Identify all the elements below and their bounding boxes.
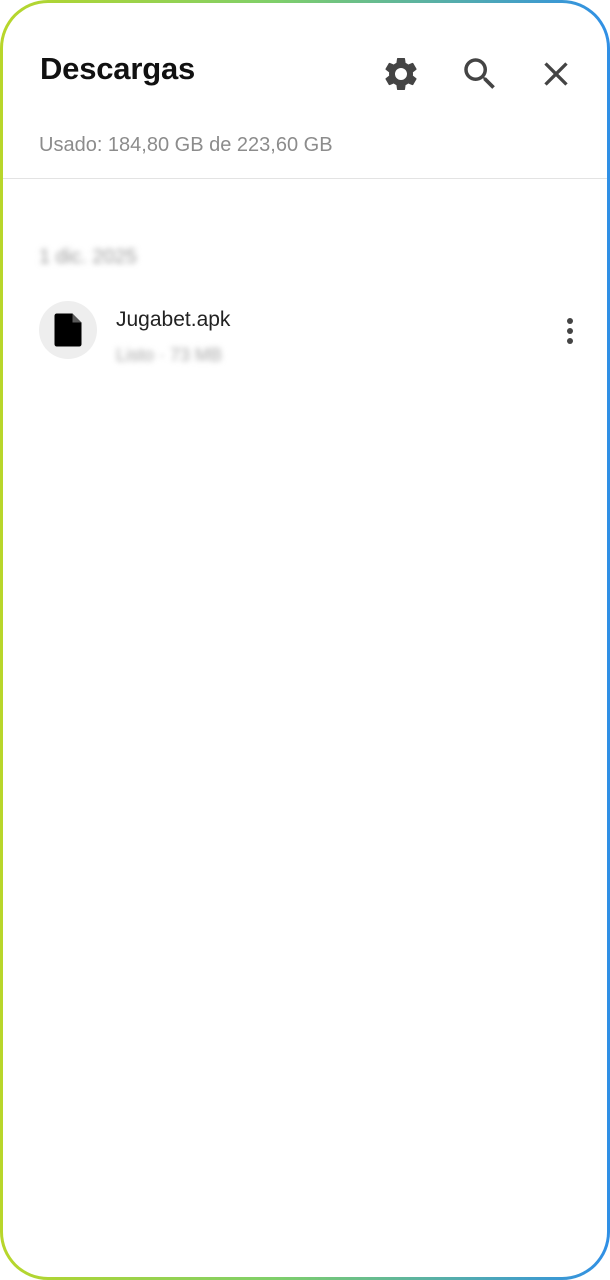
more-vert-icon-dot: [567, 338, 573, 344]
close-icon: [544, 62, 568, 86]
close-button[interactable]: [533, 51, 579, 97]
file-icon: [54, 313, 82, 347]
device-frame: Descargas Usado: 184,80 GB de 223,60 GB …: [0, 0, 610, 1280]
storage-usage-text: Usado: 184,80 GB de 223,60 GB: [39, 134, 333, 156]
page-title: Descargas: [40, 51, 196, 86]
more-vert-icon-dot: [567, 328, 573, 334]
list-item[interactable]: Jugabet.apk Listo · 73 MB: [3, 293, 607, 383]
date-group-header: 1 dic. 2025: [39, 246, 137, 268]
header: Descargas Usado: 184,80 GB de 223,60 GB: [3, 3, 607, 179]
file-name: Jugabet.apk: [116, 308, 231, 331]
file-details: Listo · 73 MB: [116, 345, 223, 365]
search-icon: [464, 58, 495, 89]
gear-icon: [385, 57, 417, 90]
more-vert-icon: [567, 318, 573, 324]
downloads-screen: Descargas Usado: 184,80 GB de 223,60 GB …: [3, 3, 607, 1277]
settings-button[interactable]: [378, 51, 424, 97]
search-button[interactable]: [457, 51, 503, 97]
file-thumbnail: [39, 301, 97, 359]
more-options-button[interactable]: [555, 311, 585, 351]
